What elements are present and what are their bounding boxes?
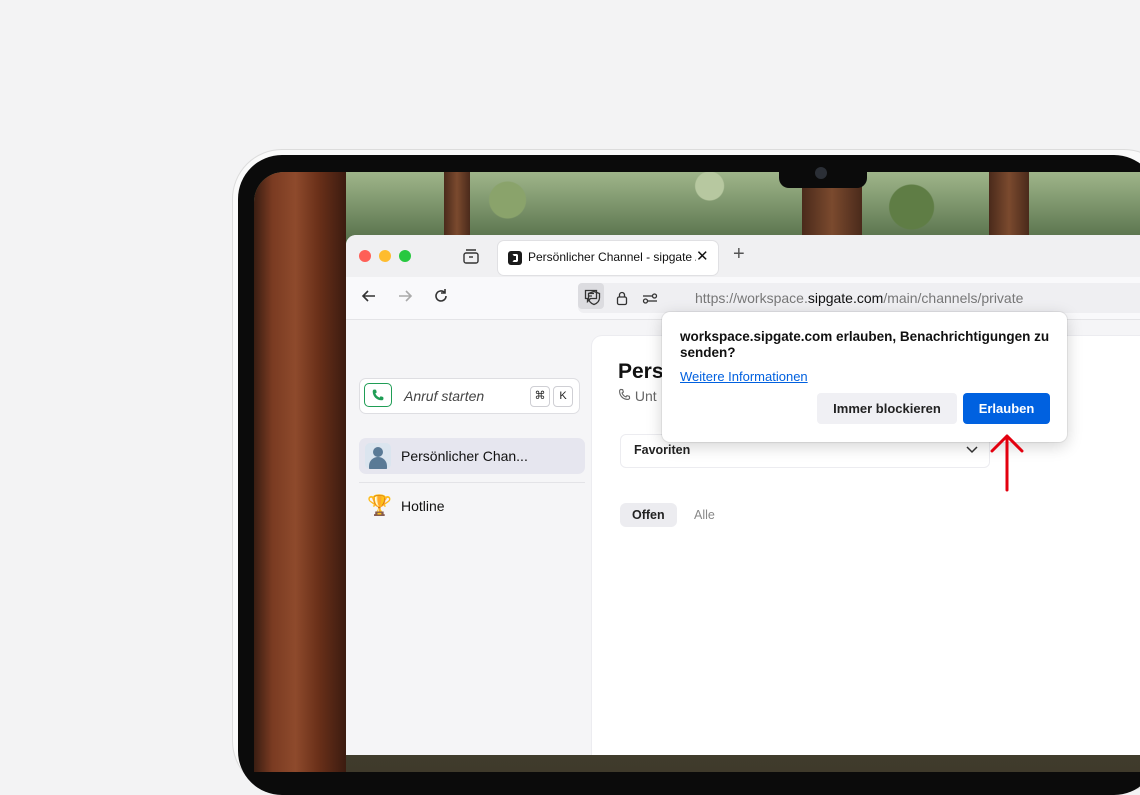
always-block-button[interactable]: Immer blockieren <box>817 393 957 424</box>
tab-active[interactable]: Persönlicher Channel - sipgate / ... ✕ <box>498 241 718 275</box>
page-title: Pers <box>618 360 664 383</box>
back-arrow-icon[interactable] <box>360 287 378 310</box>
maximize-window-button[interactable] <box>399 250 411 262</box>
wallpaper-tree-trunk <box>254 172 346 772</box>
phone-icon <box>364 383 392 407</box>
popup-message: workspace.sipgate.com erlauben, Benachri… <box>680 329 1050 360</box>
tab-overview-icon[interactable] <box>462 248 480 264</box>
tab-bar: Persönlicher Channel - sipgate / ... ✕ + <box>346 235 1140 277</box>
filter-tab-all[interactable]: Alle <box>682 503 727 527</box>
filter-tab-open[interactable]: Offen <box>620 503 677 527</box>
trophy-icon: 🏆 <box>367 495 392 517</box>
lock-icon[interactable] <box>614 290 630 306</box>
sidebar-item-label: Hotline <box>401 498 445 514</box>
favorites-label: Favoriten <box>634 443 691 457</box>
phone-call-icon <box>619 388 631 400</box>
sidebar-item-label: Persönlicher Chan... <box>401 448 528 464</box>
close-window-button[interactable] <box>359 250 371 262</box>
camera-icon <box>815 167 827 179</box>
more-info-link[interactable]: Weitere Informationen <box>680 369 808 384</box>
chevron-down-icon <box>965 442 979 459</box>
page-subtitle: Unt <box>618 388 657 404</box>
url-text[interactable]: https://workspace.sipgate.com/main/chann… <box>695 290 1023 306</box>
sidebar-divider <box>359 482 585 483</box>
start-call-placeholder: Anruf starten <box>404 388 485 404</box>
url-domain: sipgate.com <box>807 290 884 306</box>
minimize-window-button[interactable] <box>379 250 391 262</box>
url-path: /main/channels/private <box>883 290 1024 306</box>
red-arrow-up-icon <box>990 434 1024 492</box>
notification-permission-popup: workspace.sipgate.com erlauben, Benachri… <box>662 312 1067 442</box>
tab-close-icon[interactable]: ✕ <box>696 247 709 265</box>
url-bar[interactable]: https://workspace.sipgate.com/main/chann… <box>578 283 1140 313</box>
k-key: K <box>553 386 573 407</box>
new-tab-button[interactable]: + <box>733 243 745 266</box>
person-avatar-icon <box>365 443 391 469</box>
cmd-key: ⌘ <box>530 386 550 407</box>
reload-icon[interactable] <box>432 287 450 310</box>
sipgate-favicon-icon <box>508 251 522 265</box>
page-subtitle-text: Unt <box>634 388 657 404</box>
sidebar-item-personal-channel[interactable]: Persönlicher Chan... <box>359 438 585 474</box>
forward-arrow-icon[interactable] <box>396 287 414 310</box>
start-call-input[interactable]: Anruf starten ⌘ K <box>359 378 580 414</box>
permissions-icon[interactable] <box>642 290 658 306</box>
sidebar-item-hotline[interactable]: 🏆 Hotline <box>359 488 585 524</box>
allow-button[interactable]: Erlauben <box>963 393 1050 424</box>
tab-title: Persönlicher Channel - sipgate / ... <box>528 250 696 264</box>
url-prefix: https://workspace. <box>695 290 808 306</box>
